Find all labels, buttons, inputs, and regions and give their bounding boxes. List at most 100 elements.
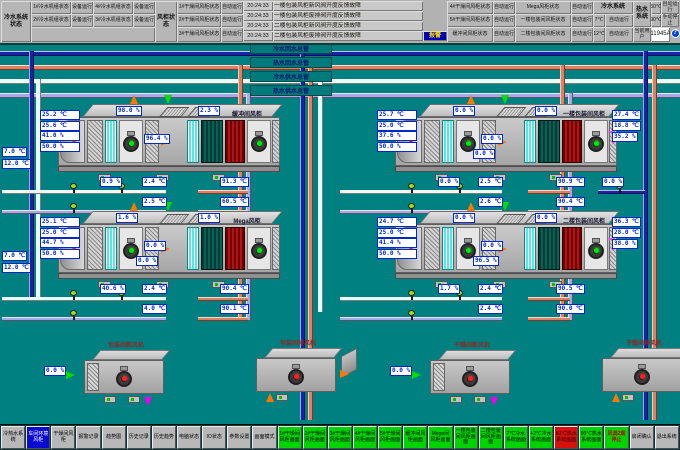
ahu-2: 0.0 % 0.0 % 一楼包装间风柜 0.0 % 0.0 %	[395, 104, 617, 182]
help-button[interactable]: ?	[671, 29, 680, 38]
inlet-condition-value: 25.6 ℃	[40, 121, 80, 131]
ahu-label: 一楼包装间风柜	[553, 109, 615, 118]
toolbar-button[interactable]: 报警记录	[76, 426, 100, 449]
alarm-ack-flag[interactable]: 报警	[423, 31, 447, 41]
toolbar-button[interactable]: 冷热水系统	[1, 426, 25, 449]
toolbar-button[interactable]: 7℃冷水系统画面	[504, 426, 528, 449]
ahu-label: 二楼包装间风柜	[553, 216, 615, 225]
heating-coil	[562, 120, 582, 163]
toolbar-button[interactable]: 干燥间风柜	[51, 426, 75, 449]
ahu-3: 1.6 % 1.0 % Mega风柜 0.0 % 0.0 %	[58, 211, 280, 289]
toolbar-button[interactable]: 4#干燥间风柜画面	[353, 426, 377, 449]
damper-actuator[interactable]	[276, 394, 288, 401]
alarm-time: 20:24:33	[243, 1, 273, 11]
toolbar-button[interactable]: 2#干燥间风柜画面	[303, 426, 327, 449]
toolbar-button[interactable]: +2℃冷水系统画面	[529, 426, 553, 449]
toolbar-button[interactable]: 启闭确认	[630, 426, 654, 449]
toolbar-button[interactable]: 3#干燥间风柜画面	[328, 426, 352, 449]
alarm-row[interactable]: 一楼包装风柜废排阀开度反馈故障	[273, 11, 423, 21]
exhaust-arrow-down	[144, 397, 152, 406]
hot-system-title: 热水系统	[633, 1, 651, 27]
filter-section	[105, 227, 117, 270]
pipe-valve[interactable]	[408, 290, 416, 300]
damper-actuator[interactable]	[622, 394, 634, 401]
damper-actuator[interactable]	[450, 396, 462, 403]
fan-label: 包装间新风机	[70, 340, 182, 349]
toolbar-button[interactable]: 风调2期停止	[604, 426, 628, 449]
fan-unit-4[interactable]: 干燥间排风机	[598, 348, 680, 404]
fan-unit-1[interactable]: 包装间新风机 0.0 %	[80, 350, 172, 406]
toolbar-button[interactable]: 90℃热水系统画面	[579, 426, 603, 449]
exhaust-arrow-up	[130, 95, 138, 104]
pipe-valve[interactable]	[70, 310, 78, 320]
mixing-grille	[424, 227, 440, 270]
pipe-hot-return-main	[0, 65, 680, 70]
inlet-condition-value: 37.6 %	[377, 131, 417, 141]
pipe-valve[interactable]	[70, 290, 78, 300]
toolbar-button[interactable]: 车间环境风柜	[26, 426, 50, 449]
fan-unit-2[interactable]: 包装间排风机	[252, 348, 344, 404]
toolbar-button[interactable]: 50℃热水系统画面	[554, 426, 578, 449]
toolbar-button[interactable]: 1#干燥间风柜画面	[278, 426, 302, 449]
valve-position-value: 0.0 %	[453, 106, 475, 116]
process-value: 90.4 ℃	[220, 284, 249, 294]
inlet-arrow	[66, 371, 75, 379]
inlet-condition-value: 25.1 ℃	[40, 217, 80, 227]
pipe-valve[interactable]	[408, 310, 416, 320]
user-id-field[interactable]: 11945A	[651, 27, 670, 42]
cabinet-status: 自动运行	[571, 1, 593, 14]
pipe-valve[interactable]	[408, 183, 416, 193]
damper-actuator[interactable]	[128, 396, 140, 403]
exhaust-arrow-up	[467, 95, 475, 104]
inlet-condition-value: 44.7 %	[40, 238, 80, 248]
return-fan-section[interactable]	[247, 120, 271, 163]
toolbar-button[interactable]: 一楼包装间风柜画面	[454, 426, 478, 449]
end-grille	[272, 227, 280, 270]
pipe-cold-supply-main	[0, 79, 680, 84]
pipe-run	[198, 297, 248, 301]
fan-label: 包装间排风机	[242, 338, 354, 347]
damper-actuator[interactable]	[104, 396, 116, 403]
filter-section	[442, 120, 454, 163]
plant-diagram: 冷水回水总管热水回水总管冷水供水总管热水供水总管7.0 ℃12.0 ℃7.0 ℃…	[0, 0, 680, 450]
alarm-row[interactable]: 二楼包装风柜废排阀开度反馈故障	[273, 31, 423, 41]
fan-roof	[610, 348, 680, 358]
toolbar-button[interactable]: 缓冲间风柜画面	[403, 426, 427, 449]
process-value: 28.0 ℃	[612, 228, 641, 238]
toolbar-button[interactable]: 历史趋势	[152, 426, 176, 449]
fan-roof	[438, 350, 516, 360]
alarm-row[interactable]: 二楼包装风柜新风阀开度反馈故障	[273, 21, 423, 31]
left-edge-value: 7.0 ℃	[2, 251, 27, 261]
supply-fan-section[interactable]	[119, 120, 143, 163]
filter-section-2	[524, 227, 536, 270]
intake-grille	[87, 363, 99, 391]
pipe-valve[interactable]	[70, 183, 78, 193]
toolbar-button[interactable]: 二楼包装间风柜画面	[479, 426, 503, 449]
header-status-bar: 冷水系统状态1#冷水机组状态设备运行4#冷水机组状态设备运行2#冷水机组状态设备…	[0, 0, 680, 45]
mid-value: 0.0 %	[136, 256, 158, 266]
fan-unit-3[interactable]: 干燥间新风机 0.0 %	[426, 350, 518, 406]
toolbar-button[interactable]: 5#干燥间风柜画面	[378, 426, 402, 449]
toolbar-button[interactable]: 趋势图	[102, 426, 126, 449]
fan-body	[430, 360, 510, 394]
alarm-row[interactable]: 一楼包装风柜新风阀开度反馈故障	[273, 1, 423, 11]
freshair-arrow-down	[501, 95, 509, 104]
fan-impeller	[288, 369, 304, 385]
toolbar-button[interactable]: 画面模式	[252, 426, 276, 449]
damper-actuator[interactable]	[474, 396, 486, 403]
pipe-valve[interactable]	[408, 203, 416, 213]
process-value: 90.4 ℃	[556, 197, 585, 207]
toolbar-button[interactable]: 历史记录	[127, 426, 151, 449]
toolbar-button[interactable]: 退出系统	[655, 426, 679, 449]
fan-label: 干燥间新风机	[416, 340, 528, 349]
toolbar-button[interactable]: 电脑状态	[177, 426, 201, 449]
left-edge-value: 7.0 ℃	[2, 147, 27, 157]
toolbar-button[interactable]: IO状态	[202, 426, 226, 449]
return-fan-section[interactable]	[247, 227, 271, 270]
toolbar-button[interactable]: Mega间风柜画面	[428, 426, 452, 449]
toolbar-button[interactable]: 参数设置	[227, 426, 251, 449]
pipe-valve[interactable]	[70, 203, 78, 213]
chiller-status: 设备运行	[71, 1, 93, 14]
process-value: 2.4 ℃	[478, 284, 503, 294]
filter-section-2	[187, 120, 199, 163]
